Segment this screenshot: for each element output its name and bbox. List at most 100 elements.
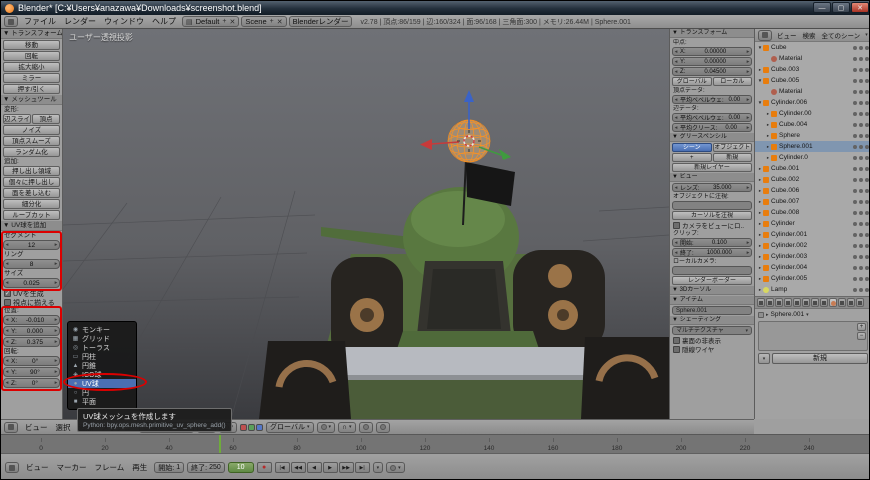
tank-model[interactable] [259,159,669,419]
checkbox-row[interactable]: 裏面の非表示 [670,336,754,344]
renderability-icon[interactable] [865,255,869,259]
visibility-icon[interactable] [853,189,857,193]
outliner-row[interactable]: ▸Cylinder.0 [755,152,870,163]
auto-keyframe-record-button[interactable]: ● [257,462,272,473]
selectability-icon[interactable] [859,288,863,292]
snap-dropdown[interactable]: ∩ ▾ [338,422,356,433]
selectability-icon[interactable] [859,266,863,270]
panel-button[interactable]: 新規レイヤー [672,163,752,172]
delete-screen-icon[interactable]: ✕ [229,18,235,26]
tool-button[interactable]: 回転 [3,51,60,61]
selectability-icon[interactable] [859,68,863,72]
renderability-icon[interactable] [865,145,869,149]
outliner-row[interactable]: ▼Cube [755,42,870,53]
visibility-icon[interactable] [853,244,857,248]
tool-button[interactable]: 面を差し込む [3,188,60,198]
tool-button[interactable]: 細分化 [3,199,60,209]
checkbox[interactable] [673,222,680,229]
selectability-icon[interactable] [859,134,863,138]
tool-button[interactable]: 個々に押し出し [3,177,60,187]
checkbox-row[interactable]: 視点に揃える [1,298,62,307]
increment-arrow-icon[interactable]: ▸ [745,69,751,75]
renderability-icon[interactable] [865,222,869,226]
tool-button[interactable]: 移動 [3,40,60,50]
dropdown[interactable]: マルチテクスチャ▾ [672,326,752,335]
screen-layout-selector[interactable]: ▤ Default + ✕ [182,16,239,27]
increment-arrow-icon[interactable]: ▸ [53,280,59,286]
props-tab-material[interactable] [829,298,837,307]
props-tab-world[interactable] [784,298,792,307]
increment-arrow-icon[interactable]: ▸ [745,240,751,246]
outliner-row[interactable]: ▸Cube.001 [755,163,870,174]
playback-next-keyframe-button[interactable]: ▶▶ [339,462,354,473]
editor-type-icon[interactable] [4,16,18,27]
visibility-icon[interactable] [853,200,857,204]
increment-arrow-icon[interactable]: ▸ [745,185,751,191]
props-tab-constraints[interactable] [802,298,810,307]
panel-header[interactable]: ▼ シェーディング [670,316,754,325]
add-menu-item[interactable]: ■平面 [68,397,136,406]
selectability-icon[interactable] [859,79,863,83]
tool-button[interactable]: 頂点スムーズ [3,136,60,146]
toggle-button[interactable]: 新規 [713,153,753,162]
visibility-icon[interactable] [853,288,857,292]
selectability-icon[interactable] [859,277,863,281]
toggle-button[interactable]: + [672,153,712,162]
increment-arrow-icon[interactable]: ▸ [745,250,751,256]
toggle-button[interactable]: オブジェクト [713,143,753,152]
number-field[interactable]: ◂X:0.00000▸ [672,47,752,56]
props-tab-object[interactable] [793,298,801,307]
playback-jump-end-button[interactable]: ▶| [355,462,370,473]
checkbox[interactable] [673,337,680,344]
toggle-button[interactable]: ローカル [713,77,753,86]
transform-orientation-dropdown[interactable]: グローバル ▾ [266,422,313,433]
number-field[interactable]: ◂終了:1000.000▸ [672,248,752,257]
number-field[interactable]: ◂X:-0.010▸ [3,315,60,325]
selectability-icon[interactable] [859,112,863,116]
visibility-icon[interactable] [853,79,857,83]
tool-button[interactable]: 辺スライド [3,114,31,124]
tool-button[interactable]: ノイズ [3,125,60,135]
playback-jump-start-button[interactable]: |◀ [275,462,290,473]
visibility-icon[interactable] [853,277,857,281]
selectability-icon[interactable] [859,145,863,149]
increment-arrow-icon[interactable]: ▸ [745,97,751,103]
view3d-editor-icon[interactable] [4,422,18,433]
visibility-icon[interactable] [853,233,857,237]
playback-play-button[interactable]: ▶ [323,462,338,473]
renderability-icon[interactable] [865,277,869,281]
number-field[interactable]: ◂0.025▸ [3,278,60,288]
selectability-icon[interactable] [859,200,863,204]
add-scene-icon[interactable]: + [270,18,274,25]
add-screen-icon[interactable]: + [222,18,226,25]
outliner-row[interactable]: ▸Sphere.001 [755,141,870,152]
add-menu-item[interactable]: ○円 [68,388,136,397]
keying-set-dropdown[interactable]: ▾ [386,462,405,473]
increment-arrow-icon[interactable]: ▸ [53,317,59,323]
selectability-icon[interactable] [859,156,863,160]
rotate-manipulator-toggle[interactable] [248,424,255,431]
outliner-editor-icon[interactable] [758,30,772,41]
browse-material-icon[interactable]: ▾ [758,353,770,364]
visibility-icon[interactable] [853,178,857,182]
close-button[interactable]: ✕ [851,2,869,13]
toggle-button[interactable]: シーン [672,143,712,152]
outliner-row[interactable]: ▸Cube.007 [755,196,870,207]
selectability-icon[interactable] [859,46,863,50]
number-field[interactable]: ◂12▸ [3,240,60,250]
tool-button[interactable]: ループカット [3,210,60,220]
props-tab-render[interactable] [757,298,765,307]
selectability-icon[interactable] [859,123,863,127]
props-tab-particles[interactable] [847,298,855,307]
menubar-item[interactable]: ファイル [20,16,60,27]
text-field[interactable] [672,201,752,210]
outliner-search-menu[interactable]: 検索 [802,30,817,40]
outliner-row[interactable]: Material [755,86,870,97]
outliner-row[interactable]: ▸Cube.008 [755,207,870,218]
tool-button[interactable]: ミラー [3,73,60,83]
visibility-icon[interactable] [853,46,857,50]
increment-arrow-icon[interactable]: ▸ [745,125,751,131]
visibility-icon[interactable] [853,68,857,72]
visibility-icon[interactable] [853,112,857,116]
panel-button[interactable]: レンダーボーダー [672,276,752,285]
